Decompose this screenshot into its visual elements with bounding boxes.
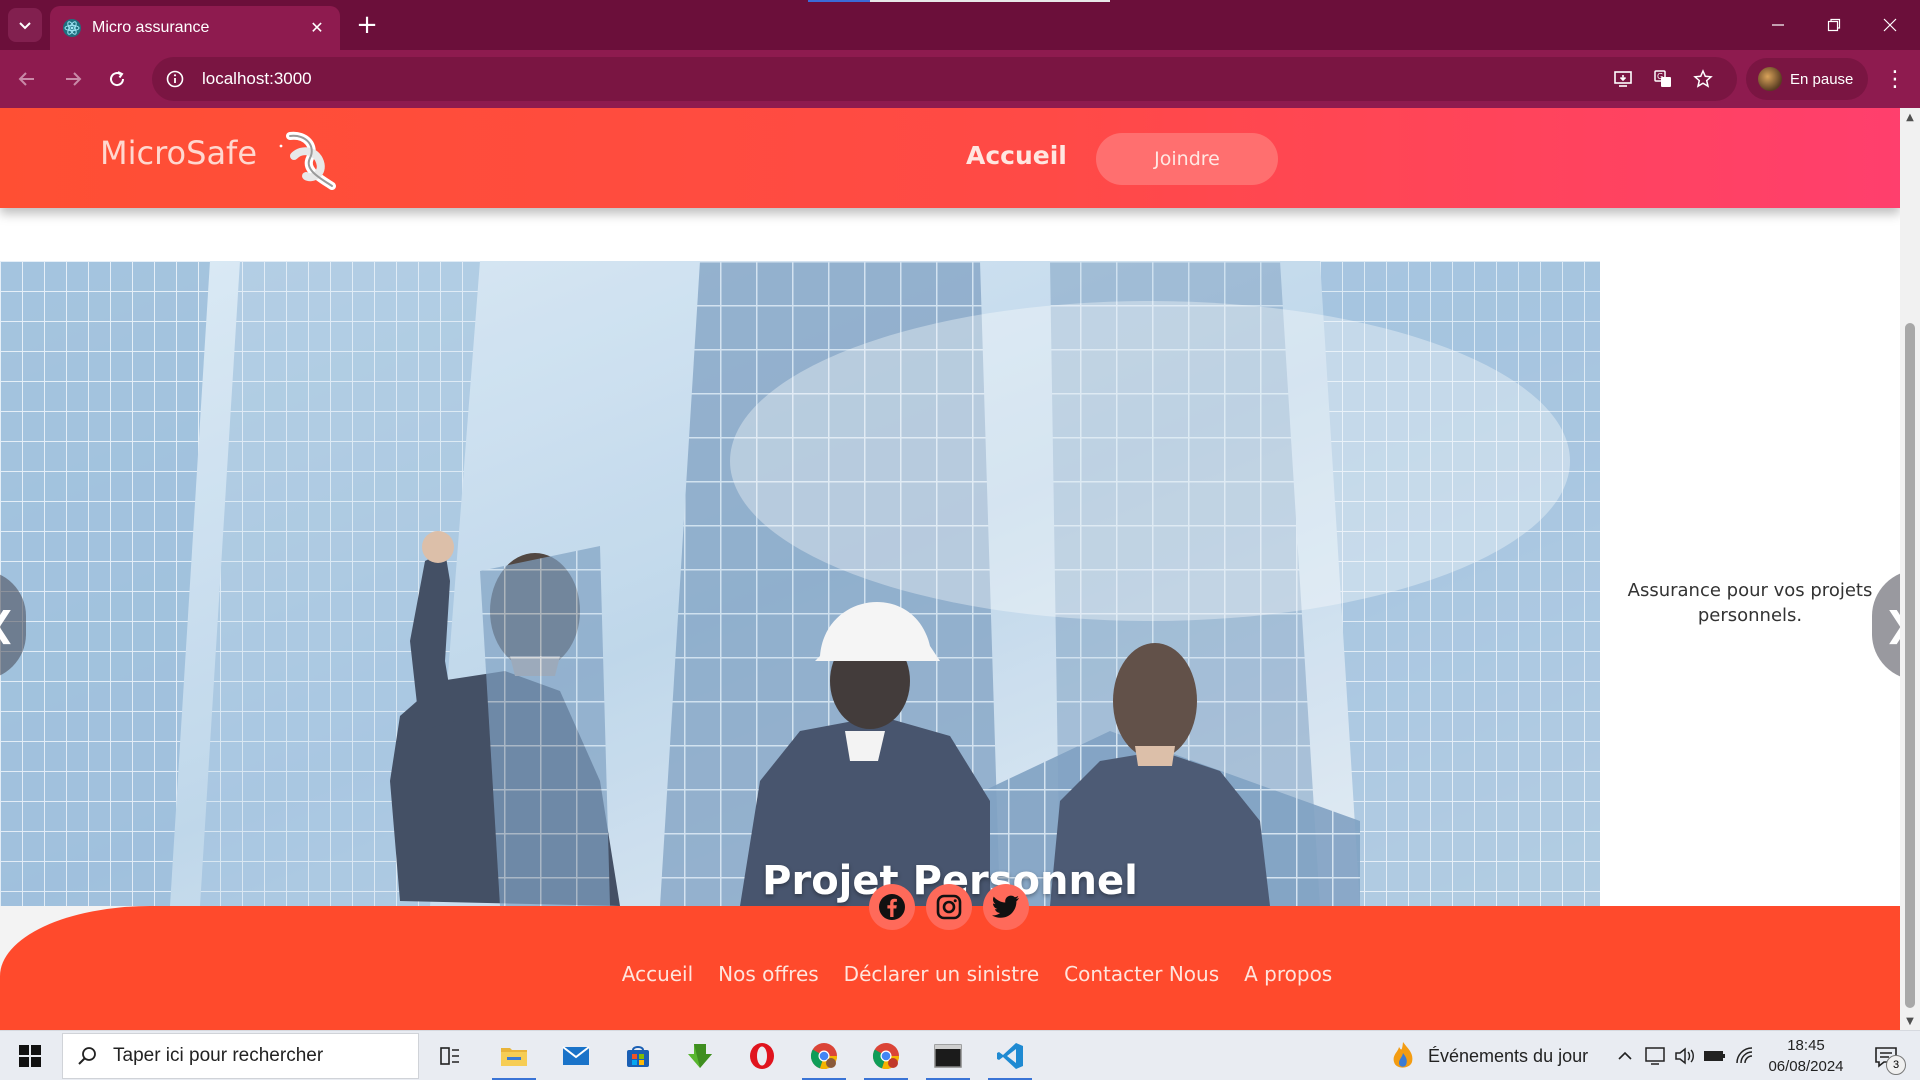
- instagram-icon[interactable]: [926, 884, 972, 930]
- footer-link-contacter-nous[interactable]: Contacter Nous: [1064, 962, 1219, 986]
- tab-search-button[interactable]: [8, 8, 42, 42]
- battery-icon[interactable]: [1702, 1043, 1728, 1069]
- nav-link-accueil[interactable]: Accueil: [966, 141, 1067, 170]
- url-text: localhost:3000: [202, 69, 312, 88]
- arrow-right-icon: [66, 72, 82, 86]
- download-manager-icon[interactable]: [670, 1031, 730, 1080]
- close-icon: [1883, 18, 1897, 32]
- scroll-down-arrow-icon[interactable]: ▼: [1900, 1012, 1920, 1030]
- microsoft-store-icon[interactable]: [608, 1031, 668, 1080]
- footer-link-nos-offres[interactable]: Nos offres: [718, 962, 819, 986]
- profile-button[interactable]: En pause: [1746, 58, 1868, 100]
- search-placeholder: Taper ici pour rechercher: [113, 1045, 324, 1066]
- file-explorer-icon[interactable]: [484, 1031, 544, 1080]
- network-adapter-icon[interactable]: [1642, 1043, 1668, 1069]
- wifi-icon[interactable]: [1732, 1043, 1758, 1069]
- page-scrollbar[interactable]: ▲ ▼: [1900, 108, 1920, 1030]
- news-label: Événements du jour: [1428, 1045, 1589, 1066]
- svg-text:G: G: [1657, 72, 1663, 81]
- restore-button[interactable]: [1806, 0, 1862, 50]
- forward-button[interactable]: [56, 62, 90, 96]
- arrow-left-icon: [18, 72, 34, 86]
- clock-date: 06/08/2024: [1768, 1058, 1844, 1075]
- brand-name[interactable]: MicroSafe: [100, 134, 257, 172]
- slide-description: Assurance pour vos projets personnels.: [1627, 580, 1873, 626]
- browser-tab-bar: Micro assurance ✕ +: [0, 0, 1920, 50]
- join-button[interactable]: Joindre: [1096, 133, 1278, 185]
- notification-center-button[interactable]: 3: [1866, 1041, 1906, 1075]
- start-button[interactable]: [0, 1031, 60, 1080]
- chevron-down-icon: [19, 22, 31, 30]
- tab-title: Micro assurance: [92, 19, 210, 36]
- minimize-button[interactable]: [1750, 0, 1806, 50]
- clock-time: 18:45: [1787, 1037, 1825, 1054]
- hero-slide-image: [0, 261, 1600, 906]
- minimize-icon: [1772, 24, 1784, 26]
- install-app-icon[interactable]: [1606, 62, 1640, 96]
- taskbar-clock[interactable]: 18:45 06/08/2024: [1756, 1035, 1856, 1077]
- page-load-track: [870, 0, 1110, 2]
- info-icon[interactable]: [162, 66, 188, 92]
- footer-nav: Accueil Nos offres Déclarer un sinistre …: [0, 962, 1900, 986]
- notification-badge: 3: [1886, 1055, 1906, 1075]
- chrome-icon[interactable]: [794, 1031, 854, 1080]
- chevron-up-icon[interactable]: [1612, 1043, 1638, 1069]
- taskbar-search-input[interactable]: Taper ici pour rechercher: [62, 1033, 419, 1079]
- twitter-icon[interactable]: [983, 884, 1029, 930]
- browser-toolbar: localhost:3000 G En pause ⋮: [0, 50, 1920, 108]
- page-viewport: MicroSafe Accueil Joindre Assurance pour…: [0, 108, 1900, 1030]
- new-tab-button[interactable]: +: [352, 10, 382, 40]
- close-tab-icon[interactable]: ✕: [306, 17, 328, 39]
- facebook-icon[interactable]: [869, 884, 915, 930]
- restore-icon: [1827, 18, 1841, 32]
- back-button[interactable]: [10, 62, 44, 96]
- speaker-icon[interactable]: [1672, 1043, 1698, 1069]
- scroll-up-arrow-icon[interactable]: ▲: [1900, 108, 1920, 126]
- site-header: MicroSafe Accueil Joindre: [0, 108, 1900, 208]
- opera-icon[interactable]: [732, 1031, 792, 1080]
- page-load-indicator: [808, 0, 870, 2]
- profile-label: En pause: [1790, 70, 1854, 88]
- mail-icon[interactable]: [546, 1031, 606, 1080]
- flame-icon: [1393, 1042, 1413, 1068]
- vscode-icon[interactable]: [980, 1031, 1040, 1080]
- avatar: [1758, 67, 1782, 91]
- windows-logo-icon: [19, 1045, 41, 1067]
- footer-link-declarer-sinistre[interactable]: Déclarer un sinistre: [844, 962, 1039, 986]
- news-widget[interactable]: Événements du jour: [1390, 1031, 1600, 1080]
- terminal-icon[interactable]: [918, 1031, 978, 1080]
- chrome-profile-icon[interactable]: [856, 1031, 916, 1080]
- bookmark-star-icon[interactable]: [1686, 62, 1720, 96]
- browser-menu-icon[interactable]: ⋮: [1878, 62, 1912, 96]
- translate-icon[interactable]: G: [1646, 62, 1680, 96]
- address-bar[interactable]: localhost:3000: [152, 57, 1737, 101]
- react-icon: [62, 18, 82, 38]
- footer-link-accueil[interactable]: Accueil: [622, 962, 693, 986]
- browser-tab[interactable]: Micro assurance ✕: [50, 6, 340, 50]
- footer-link-a-propos[interactable]: A propos: [1244, 962, 1332, 986]
- reload-icon: [110, 71, 125, 87]
- scrollbar-thumb[interactable]: [1905, 323, 1915, 1008]
- reload-button[interactable]: [100, 62, 134, 96]
- close-window-button[interactable]: [1862, 0, 1918, 50]
- task-view-icon[interactable]: [420, 1031, 480, 1080]
- search-icon: [75, 1044, 99, 1068]
- knot-logo-icon: [279, 131, 336, 190]
- windows-taskbar: Taper ici pour rechercher Événements du …: [0, 1030, 1920, 1080]
